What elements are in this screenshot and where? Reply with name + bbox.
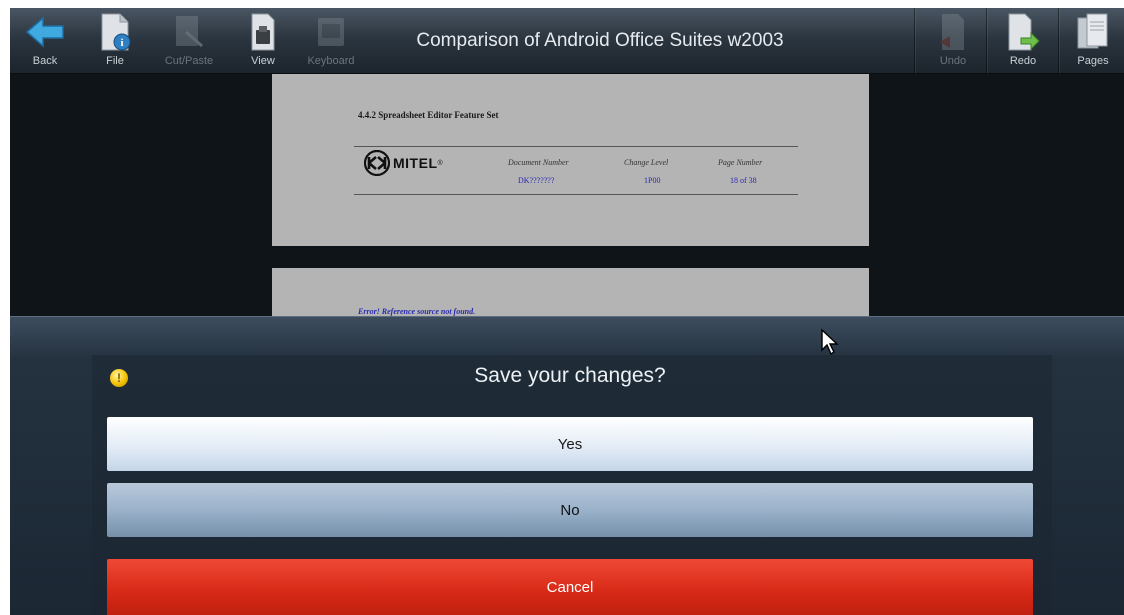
keyboard-button[interactable]: Keyboard <box>302 10 360 72</box>
change-level-value: 1P00 <box>644 176 661 185</box>
cancel-label: Cancel <box>546 579 594 596</box>
toolbar-divider <box>986 8 987 74</box>
section-heading: 4.4.2 Spreadsheet Editor Feature Set <box>358 110 499 120</box>
pages-icon <box>1072 10 1114 54</box>
reference-error-text: Error! Reference source not found. <box>358 307 476 316</box>
mitel-logo-mark <box>364 150 390 176</box>
redo-label: Redo <box>1009 55 1037 67</box>
no-button[interactable]: No <box>107 483 1033 537</box>
toolbar-divider <box>914 8 915 74</box>
redo-button[interactable]: Redo <box>994 10 1052 72</box>
pages-label: Pages <box>1077 55 1109 67</box>
app-screen: Back i File Cut/Paste View Keyboard Comp… <box>10 8 1124 615</box>
warning-icon: ! <box>110 369 128 387</box>
yes-button[interactable]: Yes <box>107 417 1033 471</box>
file-info-icon: i <box>94 10 136 54</box>
view-label: View <box>251 55 275 67</box>
view-icon <box>242 10 284 54</box>
logo-wordmark: MITEL <box>393 155 438 171</box>
view-button[interactable]: View <box>234 10 292 72</box>
svg-text:i: i <box>120 37 123 49</box>
toolbar: Back i File Cut/Paste View Keyboard Comp… <box>10 8 1124 74</box>
pages-button[interactable]: Pages <box>1064 10 1122 72</box>
change-level-header: Change Level <box>624 158 669 167</box>
document-number-value: DK??????? <box>518 176 555 185</box>
back-label: Back <box>32 55 58 67</box>
back-button[interactable]: Back <box>16 10 74 72</box>
page-number-header: Page Number <box>718 158 763 167</box>
dialog-title: Save your changes? <box>474 364 666 387</box>
redo-icon <box>1002 10 1044 54</box>
document-number-header: Document Number <box>508 158 569 167</box>
save-changes-dialog: ! Save your changes? Yes No Cancel <box>10 316 1124 615</box>
mouse-pointer-icon <box>820 328 840 361</box>
toolbar-divider <box>1058 8 1059 74</box>
keyboard-label: Keyboard <box>307 55 355 67</box>
cut-paste-button[interactable]: Cut/Paste <box>160 10 218 72</box>
page-number-value: 18 of 38 <box>730 176 757 185</box>
cut-paste-label: Cut/Paste <box>164 55 214 67</box>
keyboard-icon <box>310 10 352 54</box>
header-rule-bottom <box>354 194 798 195</box>
logo-registered: ® <box>437 159 443 167</box>
document-title: Comparison of Android Office Suites w200… <box>416 30 784 51</box>
back-arrow-icon <box>24 10 66 54</box>
mitel-logo: MITEL ® <box>364 150 443 176</box>
cancel-button[interactable]: Cancel <box>107 559 1033 615</box>
cut-paste-icon <box>168 10 210 54</box>
undo-label: Undo <box>939 55 967 67</box>
document-page: 4.4.2 Spreadsheet Editor Feature Set MIT… <box>272 74 869 246</box>
yes-label: Yes <box>557 435 583 453</box>
file-button[interactable]: i File <box>86 10 144 72</box>
no-label: No <box>560 501 580 519</box>
header-rule-top <box>354 146 798 147</box>
file-label: File <box>106 55 124 67</box>
undo-icon <box>932 10 974 54</box>
undo-button[interactable]: Undo <box>924 10 982 72</box>
